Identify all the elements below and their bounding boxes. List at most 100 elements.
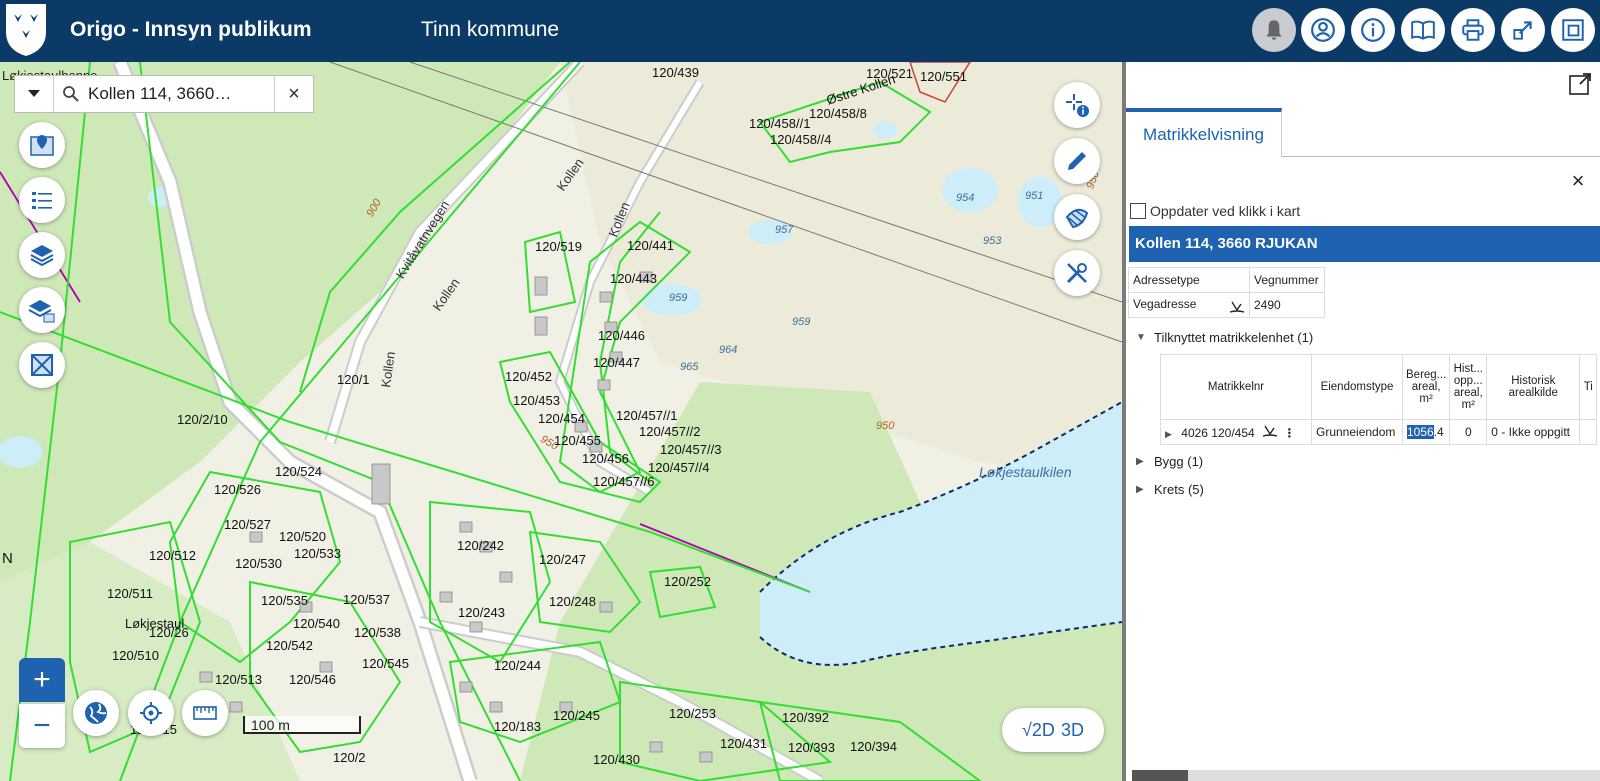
scale-bar: 100 m <box>243 716 361 734</box>
elevation-label: 965 <box>680 361 699 373</box>
eiendomstype-cell: Grunneiendom <box>1311 419 1403 445</box>
address-type-cell: Vegadresse <box>1128 292 1250 318</box>
parcel-label: 120/513 <box>215 672 262 687</box>
scale-button[interactable] <box>182 690 228 736</box>
elevation-label: 957 <box>775 224 794 236</box>
elevation-label: 954 <box>956 192 975 204</box>
share-button[interactable] <box>1501 8 1545 52</box>
parcel-label: 120/253 <box>669 706 716 721</box>
tools-button[interactable] <box>1054 250 1100 296</box>
user-button[interactable] <box>1301 8 1345 52</box>
search-type-dropdown[interactable] <box>15 76 54 112</box>
expand-row-icon[interactable]: ▶ <box>1165 429 1172 439</box>
parcel-label: 120/447 <box>593 355 640 370</box>
col-historisk-areal[interactable]: Hist... opp... areal, m² <box>1449 354 1488 420</box>
parcel-label: 120/520 <box>279 529 326 544</box>
scrollbar-track[interactable] <box>1188 770 1600 781</box>
parcel-label: 120/453 <box>513 393 560 408</box>
layers-button[interactable] <box>19 232 65 278</box>
info-panel: Matrikkelvisning × Oppdater ved klikk i … <box>1126 62 1600 781</box>
col-historisk-arealkilde[interactable]: Historisk arealkilde <box>1486 354 1581 420</box>
parcel-label: 120/457//2 <box>639 424 701 439</box>
print-button[interactable] <box>1451 8 1495 52</box>
col-eiendomstype[interactable]: Eiendomstype <box>1311 354 1403 420</box>
layers-icon <box>30 245 54 267</box>
draw-button[interactable] <box>1054 194 1100 240</box>
linked-parcel-section[interactable]: ▼ Tilknyttet matrikkelenhet (1) <box>1136 330 1313 345</box>
parcel-label: 120/546 <box>289 672 336 687</box>
legend-list-icon <box>32 192 52 209</box>
parcel-label: 120/2/10 <box>177 412 228 427</box>
parcel-label: 120/458/8 <box>809 106 867 121</box>
view-2d-option[interactable]: 2D <box>1032 720 1055 741</box>
parcel-label: 120/527 <box>224 517 271 532</box>
view-3d-option[interactable]: 3D <box>1061 720 1084 741</box>
arealkilde-cell: 0 - Ikke oppgitt <box>1486 419 1581 445</box>
parcel-label: 120/458//4 <box>770 132 832 147</box>
zoom-to-icon[interactable] <box>1262 425 1278 437</box>
table-row[interactable]: ▶ 4026 120/454 ⋮ Grunneiendom 1056.4 0 0… <box>1160 419 1598 445</box>
update-on-click-checkbox[interactable] <box>1130 203 1146 219</box>
scrollbar-thumb[interactable] <box>1132 770 1188 781</box>
layers-window-icon <box>1562 19 1584 41</box>
extent-icon <box>31 354 53 376</box>
background-map-button[interactable] <box>73 690 119 736</box>
parcel-label: 120/510 <box>112 648 159 663</box>
parcel-label: 120/245 <box>553 708 600 723</box>
layers-window-button[interactable] <box>1551 8 1595 52</box>
collapse-icon: ▼ <box>1136 332 1146 343</box>
edit-button[interactable] <box>1054 138 1100 184</box>
search-icon <box>54 85 88 103</box>
parcel-label: 120/456 <box>582 451 629 466</box>
extent-button[interactable] <box>19 342 65 388</box>
tab-matrikkelvisning[interactable]: Matrikkelvisning <box>1126 108 1282 157</box>
parcel-label: 120/545 <box>362 656 409 671</box>
map-view[interactable]: Løkjestaulhenne N Løkjestaul Østre Kolle… <box>0 62 1122 781</box>
parcel-label: 120/530 <box>235 556 282 571</box>
parcel-label: 120/244 <box>494 658 541 673</box>
zoom-out-button[interactable]: − <box>19 704 65 748</box>
parcel-label: 120/457//6 <box>593 474 655 489</box>
bygg-section[interactable]: ▶ Bygg (1) <box>1136 454 1203 469</box>
parcel-label: 120/535 <box>261 593 308 608</box>
search-clear-button[interactable]: × <box>274 76 313 112</box>
parcel-label: 120/26 <box>149 625 189 640</box>
layer-visibility-button[interactable] <box>19 287 65 333</box>
road-icon[interactable] <box>1229 301 1245 313</box>
update-on-click-row: Oppdater ved klikk i kart <box>1130 203 1300 219</box>
col-beregnet-areal[interactable]: Bereg... areal, m² <box>1401 354 1451 420</box>
measure-info-icon <box>1066 94 1089 117</box>
notification-button[interactable] <box>1252 8 1296 52</box>
expand-icon[interactable] <box>1568 72 1592 96</box>
expand-icon: ▶ <box>1136 484 1144 495</box>
caret-down-icon <box>28 90 40 97</box>
print-icon <box>1462 19 1484 41</box>
parcel-label: 120/458//1 <box>749 116 811 131</box>
search-input[interactable]: Kollen 114, 3660… <box>88 84 274 104</box>
close-button[interactable]: × <box>1566 169 1590 193</box>
update-on-click-label: Oppdater ved klikk i kart <box>1150 203 1301 219</box>
measure-info-button[interactable] <box>1054 82 1100 128</box>
geolocation-button[interactable] <box>128 690 174 736</box>
parcel-label: 120/2 <box>333 750 366 765</box>
areal-cell: 1056.4 <box>1401 419 1451 445</box>
zoom-in-button[interactable]: + <box>19 658 65 702</box>
info-button[interactable] <box>1351 8 1395 52</box>
matrikkelnr-cell: ▶ 4026 120/454 ⋮ <box>1160 419 1312 445</box>
more-options-icon[interactable]: ⋮ <box>1283 426 1295 440</box>
legend-button[interactable] <box>19 177 65 223</box>
place-label: N <box>2 550 13 567</box>
col-truncated[interactable]: Ti <box>1579 354 1598 420</box>
parcel-label: 120/247 <box>539 552 586 567</box>
parcel-label: 120/1 <box>337 372 370 387</box>
krets-section[interactable]: ▶ Krets (5) <box>1136 482 1204 497</box>
view-2d-3d-toggle[interactable]: √ 2D 3D <box>1002 708 1104 752</box>
parcel-label: 120/457//1 <box>616 408 678 423</box>
scale-icon <box>193 706 217 720</box>
guide-button[interactable] <box>1401 8 1445 52</box>
municipality-name: Tinn kommune <box>421 18 560 41</box>
col-matrikkelnr[interactable]: Matrikkelnr <box>1160 354 1312 420</box>
parcel-label: 120/248 <box>549 594 596 609</box>
expand-icon: ▶ <box>1136 456 1144 467</box>
position-button[interactable] <box>19 122 65 168</box>
